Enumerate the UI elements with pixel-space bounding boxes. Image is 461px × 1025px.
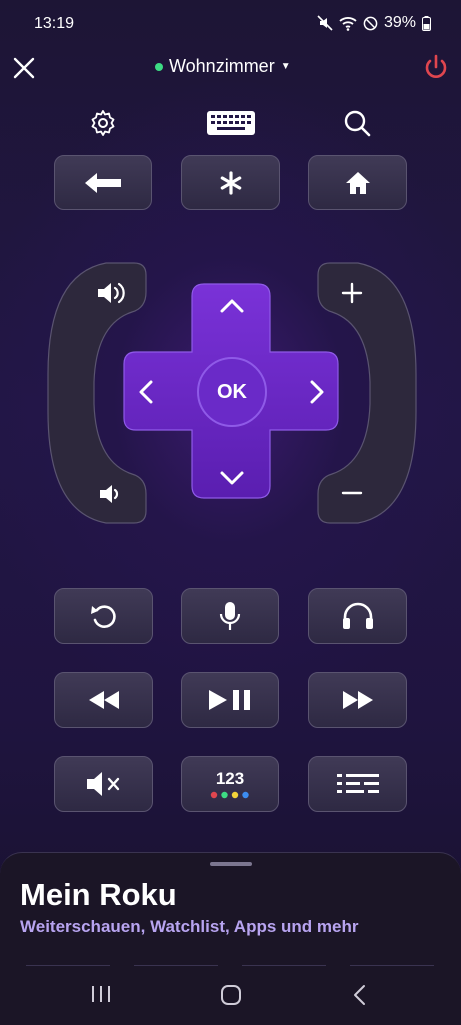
mute-button[interactable] bbox=[54, 756, 153, 812]
speaker-mute-icon bbox=[86, 772, 119, 796]
sheet-title: Mein Roku bbox=[20, 877, 177, 912]
mute-notification-icon bbox=[317, 15, 333, 31]
ok-button[interactable]: OK bbox=[197, 357, 267, 427]
sheet-handle[interactable] bbox=[210, 862, 252, 866]
chevron-up-icon bbox=[220, 299, 244, 313]
dpad-down-button[interactable] bbox=[218, 468, 246, 488]
guide-button[interactable] bbox=[308, 756, 407, 812]
dpad-up-button[interactable] bbox=[218, 296, 246, 316]
asterisk-icon bbox=[220, 170, 241, 195]
wifi-icon bbox=[339, 17, 357, 31]
keyboard-icon bbox=[207, 111, 255, 135]
numpad-label: 123 bbox=[215, 768, 245, 788]
chevron-left-icon bbox=[139, 380, 153, 404]
replay-icon bbox=[90, 605, 116, 628]
speaker-soft-icon bbox=[100, 485, 119, 503]
do-not-disturb-icon bbox=[363, 16, 378, 30]
home-nav-button[interactable] bbox=[220, 984, 242, 1011]
settings-icon bbox=[91, 110, 115, 136]
battery-icon bbox=[422, 15, 431, 31]
sheet-subtitle: Weiterschauen, Watchlist, Apps und mehr bbox=[20, 917, 359, 936]
status-time: 13:19 bbox=[34, 15, 75, 32]
battery-percent: 39% bbox=[383, 14, 416, 31]
back-nav-button[interactable] bbox=[352, 984, 368, 1011]
recent-apps-button[interactable] bbox=[90, 984, 112, 1009]
back-arrow-icon bbox=[85, 172, 121, 193]
instant-replay-button[interactable] bbox=[54, 588, 153, 644]
home-circle-icon bbox=[221, 985, 241, 1005]
play-pause-button[interactable] bbox=[181, 672, 279, 728]
color-dots-icon bbox=[210, 791, 249, 798]
minus-button[interactable] bbox=[340, 481, 364, 505]
play-pause-icon bbox=[209, 690, 250, 710]
recents-icon bbox=[92, 986, 110, 1002]
plus-button[interactable] bbox=[340, 281, 364, 305]
back-chevron-icon bbox=[354, 985, 365, 1005]
power-button[interactable] bbox=[421, 52, 451, 82]
rewind-button[interactable] bbox=[54, 672, 153, 728]
rewind-icon bbox=[88, 691, 119, 709]
chevron-down-icon bbox=[220, 471, 244, 485]
device-selector[interactable]: Wohnzimmer ▼ bbox=[155, 56, 291, 77]
search-icon bbox=[344, 110, 371, 137]
chevron-down-icon: ▼ bbox=[280, 61, 291, 72]
fast-forward-icon bbox=[342, 691, 373, 709]
device-status-dot bbox=[155, 62, 163, 71]
search-button[interactable] bbox=[342, 108, 374, 140]
system-nav-bar bbox=[0, 966, 461, 1024]
status-icons: 39% bbox=[317, 14, 431, 32]
keyboard-button[interactable] bbox=[206, 108, 256, 140]
headphones-icon bbox=[342, 602, 373, 629]
plus-icon bbox=[341, 282, 363, 304]
back-button[interactable] bbox=[54, 155, 152, 210]
minus-icon bbox=[341, 491, 363, 495]
microphone-icon bbox=[219, 602, 241, 630]
private-listening-button[interactable] bbox=[308, 588, 407, 644]
options-button[interactable] bbox=[181, 155, 280, 210]
list-icon bbox=[336, 774, 379, 793]
dpad-left-button[interactable] bbox=[136, 378, 156, 406]
voice-button[interactable] bbox=[181, 588, 279, 644]
chevron-right-icon bbox=[310, 380, 324, 404]
home-button[interactable] bbox=[308, 155, 407, 210]
volume-down-button[interactable] bbox=[98, 482, 122, 506]
close-button[interactable] bbox=[10, 54, 38, 82]
status-bar: 13:19 39% bbox=[0, 0, 461, 40]
top-bar: Wohnzimmer ▼ bbox=[0, 40, 461, 96]
device-name: Wohnzimmer bbox=[169, 56, 275, 76]
dpad-right-button[interactable] bbox=[307, 378, 327, 406]
settings-button[interactable] bbox=[88, 108, 120, 140]
home-icon bbox=[345, 171, 370, 194]
numpad-button[interactable]: 123 bbox=[181, 756, 279, 812]
fast-forward-button[interactable] bbox=[308, 672, 407, 728]
close-icon bbox=[13, 57, 35, 79]
power-icon bbox=[425, 54, 447, 78]
